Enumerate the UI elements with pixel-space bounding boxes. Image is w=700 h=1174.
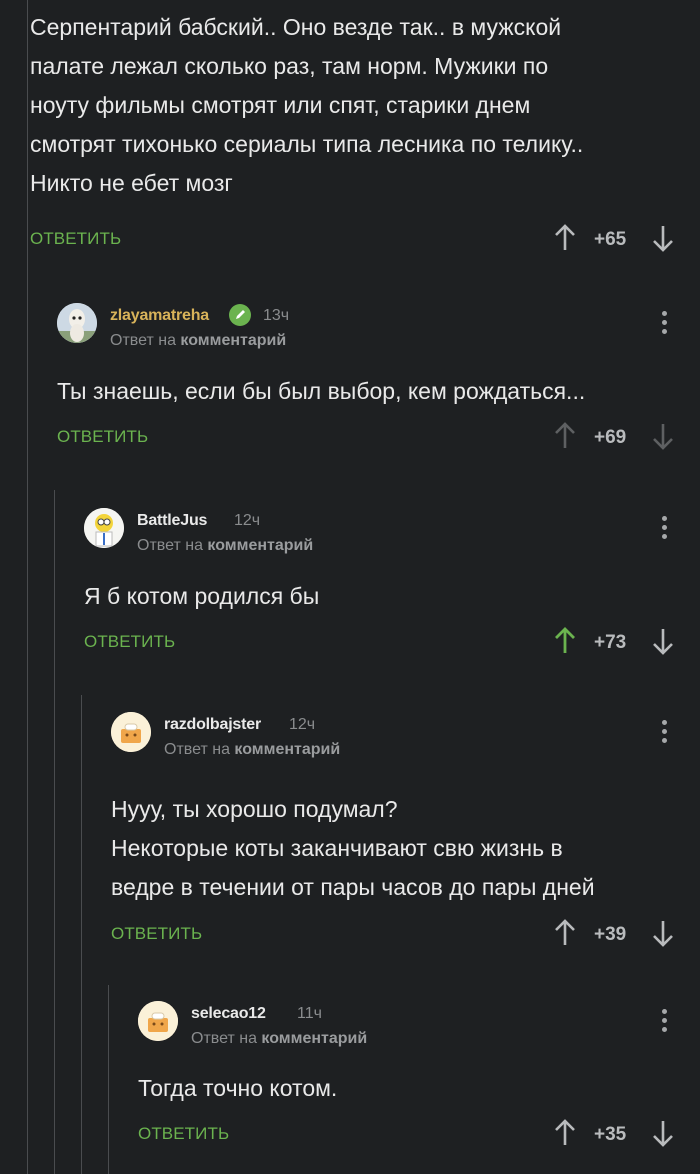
more-options-icon[interactable]: [662, 720, 668, 747]
avatar[interactable]: [57, 303, 97, 343]
comment-actions: ОТВЕТИТЬ +39: [111, 915, 700, 955]
comment-text-line: Никто не ебет мозг: [30, 170, 233, 196]
score-value: +73: [594, 632, 627, 653]
comment-text: Я б котом родился бы: [84, 577, 700, 616]
verified-badge-icon: [229, 304, 251, 326]
thread-line-1: [27, 0, 28, 1174]
comment-time: 11ч: [297, 1005, 322, 1022]
downvote-icon[interactable]: [652, 627, 674, 655]
reply-to-target[interactable]: комментарий: [207, 537, 313, 554]
upvote-icon[interactable]: [554, 627, 576, 655]
upvote-icon[interactable]: [554, 1119, 576, 1147]
username[interactable]: zlayamatreha: [110, 307, 209, 325]
score-value: +35: [594, 1124, 627, 1145]
username[interactable]: razdolbajster: [164, 716, 261, 734]
reply-to-target[interactable]: комментарий: [234, 741, 340, 758]
comment-header: BattleJus 12ч Ответ на комментарий: [84, 504, 700, 556]
comment-actions: ОТВЕТИТЬ +73: [84, 623, 700, 663]
comment-text: Нууу, ты хорошо подумал? Некоторые коты …: [111, 790, 700, 907]
comment-root: Серпентарий бабский.. Оно везде так.. в …: [30, 8, 700, 260]
downvote-icon[interactable]: [652, 919, 674, 947]
reply-to-prefix: Ответ на: [110, 332, 176, 349]
reply-to-prefix: Ответ на: [164, 741, 230, 758]
thread-line-3: [81, 695, 82, 1174]
upvote-icon[interactable]: [554, 919, 576, 947]
cartoon-avatar-icon: [84, 508, 124, 548]
comment-header: selecao12 11ч Ответ на комментарий: [138, 997, 700, 1049]
comment-header: razdolbajster 12ч Ответ на комментарий: [111, 708, 700, 760]
score-value: +65: [594, 229, 627, 250]
reply-to-target[interactable]: комментарий: [180, 332, 286, 349]
comment-text-line: Серпентарий бабский.. Оно везде так.. в …: [30, 14, 562, 40]
reply-to-target[interactable]: комментарий: [261, 1030, 367, 1047]
llama-avatar-icon: [57, 303, 97, 343]
reply-button[interactable]: ОТВЕТИТЬ: [57, 427, 148, 447]
reply-button[interactable]: ОТВЕТИТЬ: [84, 632, 175, 652]
default-avatar-icon: [138, 1001, 178, 1041]
upvote-icon[interactable]: [554, 224, 576, 252]
comment-actions: ОТВЕТИТЬ +35: [138, 1115, 700, 1155]
score-value: +69: [594, 427, 627, 448]
comment-header: zlayamatreha 13ч Ответ на комментарий: [57, 299, 700, 351]
comment-text-line: смотрят тихонько сериалы типа лесника по…: [30, 131, 584, 157]
comment-time: 12ч: [234, 512, 261, 529]
reply-to-prefix: Ответ на: [191, 1030, 257, 1047]
comment-battlejus: BattleJus 12ч Ответ на комментарий Я б к…: [84, 504, 700, 663]
default-avatar-icon: [111, 712, 151, 752]
more-options-icon[interactable]: [662, 1009, 668, 1036]
comment-razdolbajster: razdolbajster 12ч Ответ на комментарий Н…: [111, 708, 700, 955]
reply-button[interactable]: ОТВЕТИТЬ: [111, 924, 202, 944]
comment-zlayamatreha: zlayamatreha 13ч Ответ на комментарий Ты…: [57, 299, 700, 458]
downvote-icon[interactable]: [652, 224, 674, 252]
thread-line-4: [108, 985, 109, 1174]
comment-text-line: Некоторые коты заканчивают свю жизнь в: [111, 835, 563, 861]
reply-to-link[interactable]: Ответ на комментарий: [110, 332, 286, 350]
reply-to-prefix: Ответ на: [137, 537, 203, 554]
score-value: +39: [594, 924, 627, 945]
avatar[interactable]: [84, 508, 124, 548]
comment-text: Серпентарий бабский.. Оно везде так.. в …: [30, 8, 700, 203]
upvote-icon[interactable]: [554, 422, 576, 450]
username[interactable]: BattleJus: [137, 512, 207, 530]
comment-selecao12: selecao12 11ч Ответ на комментарий Тогда…: [138, 997, 700, 1155]
comment-text-line: Ты знаешь, если бы был выбор, кем рождат…: [57, 378, 586, 404]
avatar[interactable]: [111, 712, 151, 752]
reply-button[interactable]: ОТВЕТИТЬ: [30, 229, 121, 249]
comment-text-line: Я б котом родился бы: [84, 583, 320, 609]
comment-text-line: Тогда точно котом.: [138, 1075, 338, 1101]
downvote-icon[interactable]: [652, 1119, 674, 1147]
username[interactable]: selecao12: [191, 1005, 266, 1023]
comment-text-line: палате лежал сколько раз, там норм. Мужи…: [30, 53, 549, 79]
comment-time: 13ч: [263, 307, 290, 324]
more-options-icon[interactable]: [662, 311, 668, 338]
comment-text: Ты знаешь, если бы был выбор, кем рождат…: [57, 372, 700, 411]
comment-time: 12ч: [289, 716, 316, 733]
reply-to-link[interactable]: Ответ на комментарий: [191, 1030, 367, 1048]
comment-text-line: Нууу, ты хорошо подумал?: [111, 796, 398, 822]
comment-actions: ОТВЕТИТЬ +65: [30, 220, 700, 260]
more-options-icon[interactable]: [662, 516, 668, 543]
comment-actions: ОТВЕТИТЬ +69: [57, 418, 700, 458]
reply-button[interactable]: ОТВЕТИТЬ: [138, 1124, 229, 1144]
comment-text-line: ведре в течении от пары часов до пары дн…: [111, 874, 595, 900]
comment-text-line: ноуту фильмы смотрят или спят, старики д…: [30, 92, 531, 118]
reply-to-link[interactable]: Ответ на комментарий: [137, 537, 313, 555]
thread-line-2: [54, 490, 55, 1174]
reply-to-link[interactable]: Ответ на комментарий: [164, 741, 340, 759]
comment-text: Тогда точно котом.: [138, 1069, 700, 1108]
avatar[interactable]: [138, 1001, 178, 1041]
downvote-icon[interactable]: [652, 422, 674, 450]
